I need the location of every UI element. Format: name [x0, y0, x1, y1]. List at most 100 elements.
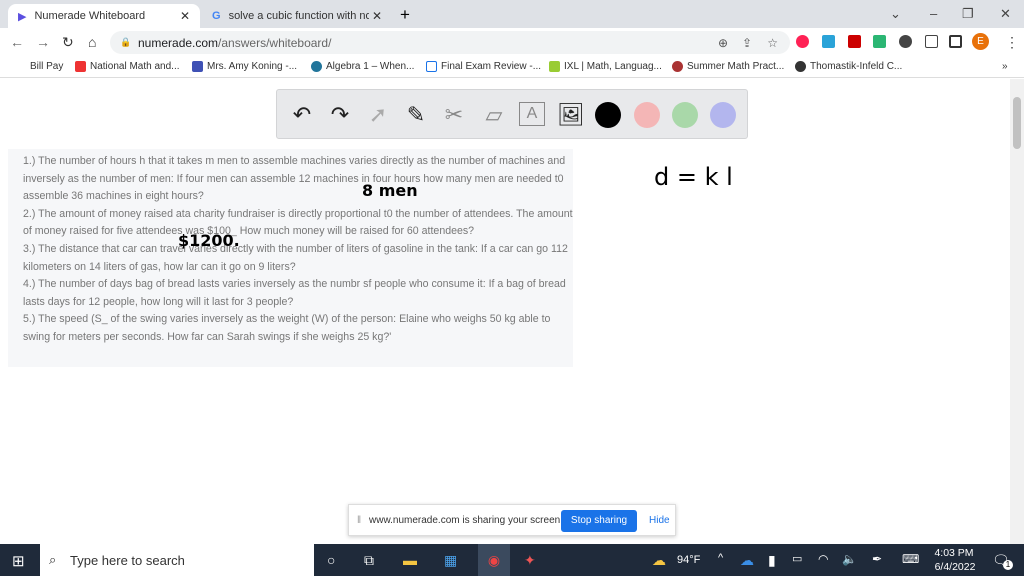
- drag-handle-icon[interactable]: ‖: [357, 515, 361, 526]
- close-window-button[interactable]: ✕: [1000, 6, 1011, 22]
- forward-icon[interactable]: →: [36, 34, 50, 50]
- whiteboard-canvas[interactable]: ↶ ↷ ➚ ✎ ✂ ▱ A 🖼 1.) The number of hours …: [0, 79, 1024, 544]
- color-black[interactable]: [595, 102, 621, 128]
- color-purple[interactable]: [710, 102, 736, 128]
- windows-start-icon[interactable]: ⊞: [12, 552, 25, 570]
- battery-icon[interactable]: ▭: [792, 552, 802, 565]
- bookmark[interactable]: Bill Pay: [30, 61, 63, 72]
- lock-icon: 🔒: [120, 37, 132, 47]
- color-green[interactable]: [672, 102, 698, 128]
- bookmark[interactable]: Algebra 1 – When...: [311, 61, 414, 72]
- wifi-icon[interactable]: ◠: [818, 552, 828, 566]
- image-icon[interactable]: 🖼: [557, 102, 585, 128]
- notification-count: 1: [1003, 560, 1013, 570]
- question-2: 2.) The amount of money raised ata chari…: [23, 207, 573, 238]
- share-message: www.numerade.com is sharing your screen.: [369, 514, 563, 526]
- bookmark[interactable]: National Math and...: [75, 61, 180, 72]
- bookmark-favicon-icon: [795, 61, 806, 72]
- whiteboard-toolbar: ↶ ↷ ➚ ✎ ✂ ▱ A 🖼: [276, 89, 748, 139]
- select-pointer-icon[interactable]: ➚: [365, 102, 391, 128]
- home-icon[interactable]: ⌂: [88, 34, 96, 50]
- text-tool-icon[interactable]: A: [519, 102, 545, 126]
- bookmark-label: Thomastik-Infeld C...: [810, 61, 903, 72]
- color-pink[interactable]: [634, 102, 660, 128]
- undo-icon[interactable]: ↶: [289, 102, 315, 128]
- search-placeholder: Type here to search: [70, 552, 185, 568]
- show-hidden-icons[interactable]: ^: [718, 552, 723, 564]
- handwritten-formula: d = k l: [654, 163, 733, 191]
- extension-icon[interactable]: [796, 35, 809, 48]
- bookmark[interactable]: Final Exam Review -...: [426, 61, 541, 72]
- task-view-icon[interactable]: ⧉: [364, 552, 374, 569]
- url-host: numerade.com: [138, 35, 219, 50]
- volume-icon[interactable]: 🔈: [842, 552, 857, 566]
- keyboard-icon[interactable]: ⌨: [902, 552, 919, 566]
- microphone-icon[interactable]: ▮: [768, 552, 776, 569]
- eraser-icon[interactable]: ▱: [481, 102, 507, 128]
- redo-icon[interactable]: ↷: [327, 102, 353, 128]
- stop-sharing-button[interactable]: Stop sharing: [561, 510, 637, 532]
- scrollbar-thumb[interactable]: [1013, 97, 1021, 149]
- tools-icon[interactable]: ✂: [441, 102, 467, 128]
- minimize-button[interactable]: –: [930, 6, 937, 21]
- handwritten-answer-1: 8 men: [362, 181, 418, 200]
- restore-button[interactable]: ❐: [962, 6, 974, 22]
- store-icon[interactable]: ▦: [444, 552, 457, 569]
- reload-icon[interactable]: ↻: [62, 34, 74, 51]
- clock-time[interactable]: 4:03 PM: [934, 547, 974, 559]
- pen-workspace-icon[interactable]: ✒: [872, 552, 882, 566]
- new-tab-button[interactable]: +: [400, 5, 410, 25]
- tab-title: Numerade Whiteboard: [34, 10, 146, 22]
- extension-icon[interactable]: [822, 35, 835, 48]
- bookmark-favicon-icon: [672, 61, 683, 72]
- numerade-icon: ▶: [18, 10, 27, 23]
- handwritten-answer-2: $1200.: [178, 231, 240, 250]
- bookmark-favicon-icon: [75, 61, 86, 72]
- browser-toolbar: ← → ↻ ⌂ 🔒 numerade.com/answers/whiteboar…: [0, 28, 1024, 56]
- tab-numerade[interactable]: ▶ Numerade Whiteboard ✕: [8, 4, 200, 28]
- extension-icon[interactable]: [873, 35, 886, 48]
- bookmark-label: National Math and...: [90, 61, 180, 72]
- taskbar-search[interactable]: ⌕ Type here to search: [40, 544, 314, 576]
- close-tab-icon[interactable]: ✕: [372, 9, 382, 23]
- taskbar: ⊞ ⌕ Type here to search ○ ⧉ ▬ ▦ ◉ ✦ ☁ 94°…: [0, 544, 1024, 576]
- tab-strip: ▶ Numerade Whiteboard ✕ Gsolve a cubic fun…: [0, 0, 1024, 28]
- bookmark[interactable]: Thomastik-Infeld C...: [795, 61, 902, 72]
- pen-icon[interactable]: ✎: [403, 102, 429, 128]
- cast-icon[interactable]: [925, 35, 938, 48]
- cortana-icon[interactable]: ○: [327, 552, 335, 568]
- tab-title: solve a cubic function with no lin: [228, 10, 369, 22]
- zoom-icon[interactable]: ⊕: [718, 36, 728, 50]
- bookmark-label: Bill Pay: [30, 61, 64, 72]
- bookmark[interactable]: IXL | Math, Languag...: [549, 61, 662, 72]
- share-icon[interactable]: ⇪: [742, 36, 752, 50]
- puzzle-extensions-icon[interactable]: [899, 35, 912, 48]
- google-icon: G: [212, 10, 221, 22]
- ixl-icon: [549, 61, 560, 72]
- wordpress-icon: [311, 61, 322, 72]
- bookmarks-bar: Bill Pay National Math and... Mrs. Amy K…: [0, 56, 1024, 78]
- side-panel-icon[interactable]: [949, 35, 962, 48]
- weather-temp[interactable]: 94°F: [677, 554, 700, 566]
- bookmark-label: Summer Math Pract...: [687, 61, 785, 72]
- search-icon: ⌕: [49, 552, 57, 567]
- profile-avatar[interactable]: E: [972, 33, 989, 50]
- bookmark-label: Algebra 1 – When...: [326, 61, 415, 72]
- more-bookmarks-icon[interactable]: »: [1002, 61, 1008, 72]
- app-icon[interactable]: ✦: [524, 552, 536, 569]
- close-tab-icon[interactable]: ✕: [180, 9, 190, 23]
- clock-date[interactable]: 6/4/2022: [930, 561, 980, 573]
- address-bar[interactable]: 🔒 numerade.com/answers/whiteboard/ ⊕ ⇪ ☆: [110, 31, 790, 54]
- bookmark-star-icon[interactable]: ☆: [767, 36, 778, 50]
- onedrive-icon[interactable]: ☁: [740, 552, 754, 569]
- bookmark[interactable]: Mrs. Amy Koning -...: [192, 61, 297, 72]
- bookmark[interactable]: Summer Math Pract...: [672, 61, 784, 72]
- menu-icon[interactable]: ⋮: [1005, 34, 1019, 51]
- pdf-extension-icon[interactable]: [848, 35, 861, 48]
- hide-button[interactable]: Hide: [649, 515, 670, 526]
- tab-google[interactable]: Gsolve a cubic function with no lin✕: [202, 4, 392, 28]
- tab-search-icon[interactable]: ⌄: [890, 6, 901, 22]
- chrome-icon[interactable]: ◉: [478, 544, 510, 576]
- back-icon[interactable]: ←: [10, 34, 24, 50]
- file-explorer-icon[interactable]: ▬: [403, 552, 417, 568]
